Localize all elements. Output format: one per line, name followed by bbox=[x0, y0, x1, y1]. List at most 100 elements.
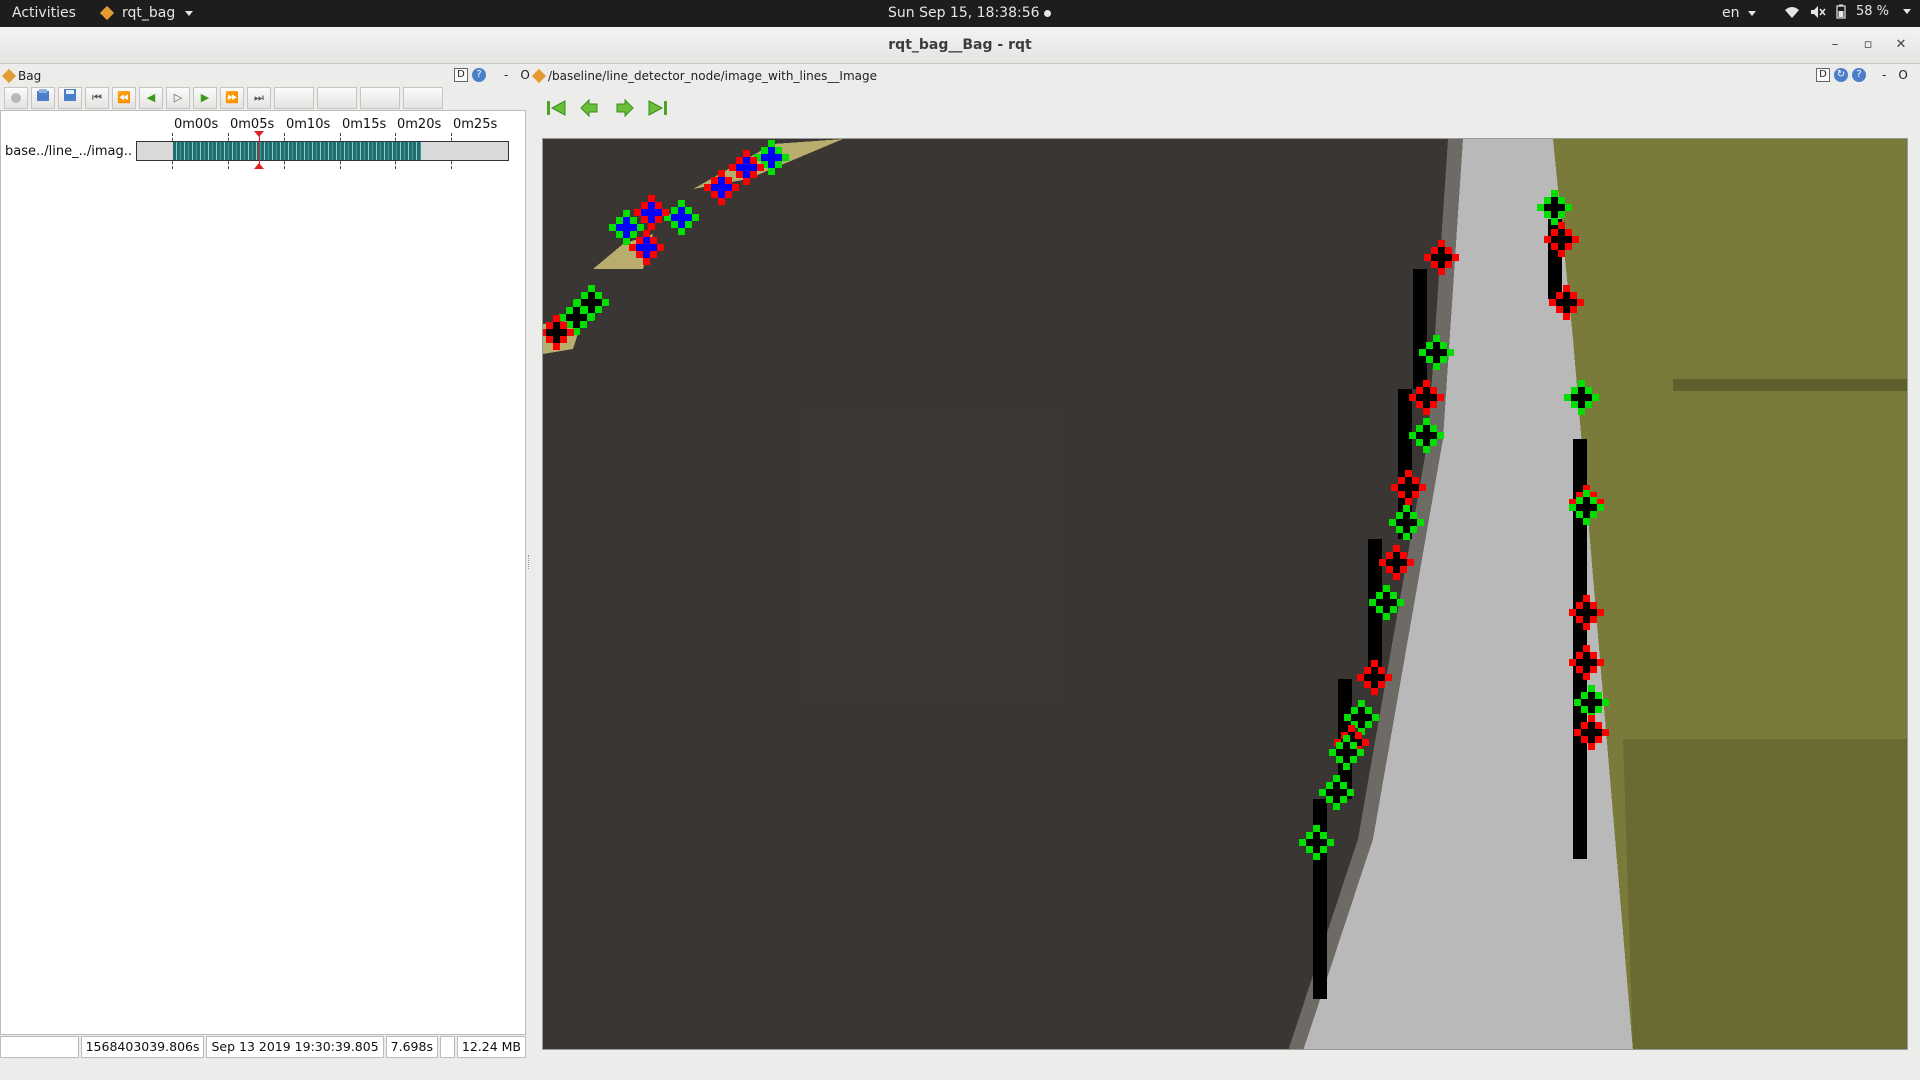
record-button[interactable] bbox=[4, 87, 28, 109]
language-label: en bbox=[1722, 5, 1740, 21]
playhead-top-marker[interactable] bbox=[254, 131, 264, 137]
minimize-dock-button[interactable]: - bbox=[504, 68, 508, 82]
tick-label: 0m20s bbox=[397, 117, 442, 132]
topic-track[interactable] bbox=[136, 141, 509, 161]
timeline-view[interactable]: 0m00s 0m05s 0m10s 0m15s 0m20s 0m25s base… bbox=[0, 110, 526, 1035]
detection-marker-cell bbox=[1371, 660, 1378, 667]
detection-marker-cell bbox=[1565, 229, 1572, 236]
detection-marker-cell bbox=[1549, 299, 1556, 306]
arrow-right-icon: ▶ bbox=[200, 91, 210, 104]
detection-marker-cell bbox=[1357, 749, 1364, 756]
detection-marker-cell bbox=[560, 329, 567, 336]
rqt-app-icon bbox=[99, 5, 115, 21]
detection-marker-cell bbox=[1565, 204, 1572, 211]
go-to-begin-button[interactable]: ⏮ bbox=[85, 87, 109, 109]
detection-marker-cell bbox=[1590, 511, 1597, 518]
fast-forward-button[interactable]: ⏩ bbox=[220, 87, 244, 109]
detection-marker-cell bbox=[1445, 254, 1452, 261]
dock-d-button[interactable]: D bbox=[454, 68, 468, 82]
playhead-bottom-marker[interactable] bbox=[254, 163, 264, 169]
activities-button[interactable]: Activities bbox=[12, 5, 76, 21]
timestamp-input[interactable] bbox=[0, 1036, 79, 1058]
detection-marker-cell bbox=[1390, 592, 1397, 599]
app-menu-button[interactable]: rqt_bag bbox=[99, 5, 194, 21]
detection-marker-cell bbox=[616, 231, 623, 238]
detection-marker-cell bbox=[1371, 674, 1378, 681]
play-button[interactable]: ▷ bbox=[166, 87, 190, 109]
detection-marker-cell bbox=[685, 207, 692, 214]
detection-marker-cell bbox=[1306, 846, 1313, 853]
detection-marker-cell bbox=[1588, 715, 1595, 722]
detection-marker-cell bbox=[1397, 599, 1404, 606]
zoom-reset-button[interactable] bbox=[360, 87, 400, 109]
detection-marker-cell bbox=[553, 315, 560, 322]
detection-marker-cell bbox=[1452, 254, 1459, 261]
detection-marker-cell bbox=[629, 244, 636, 251]
tick-label: 0m10s bbox=[286, 117, 331, 132]
detection-marker-cell bbox=[602, 299, 609, 306]
detection-marker-cell bbox=[1403, 533, 1410, 540]
bag-dock-buttons: D ? - O bbox=[454, 68, 530, 82]
detection-marker-cell bbox=[1393, 559, 1400, 566]
clock-button[interactable]: Sun Sep 15, 18:38:56 bbox=[888, 5, 1051, 21]
rewind-icon: ⏪ bbox=[117, 91, 131, 104]
save-bag-button[interactable] bbox=[58, 87, 82, 109]
rewind-button[interactable]: ⏪ bbox=[112, 87, 136, 109]
zoom-in-button[interactable] bbox=[274, 87, 314, 109]
detection-marker-cell bbox=[1583, 602, 1590, 609]
image-dock-header[interactable]: /baseline/line_detector_node/image_with_… bbox=[530, 67, 877, 85]
image-dock-buttons: D ↻ ? - O X bbox=[1816, 68, 1920, 82]
detection-marker-cell bbox=[662, 209, 669, 216]
first-frame-button[interactable] bbox=[544, 97, 568, 119]
previous-frame-button[interactable] bbox=[578, 97, 602, 119]
reload-icon[interactable]: ↻ bbox=[1834, 68, 1848, 82]
wifi-icon bbox=[1785, 6, 1799, 18]
minimize-dock-button[interactable]: - bbox=[1882, 68, 1886, 82]
last-frame-button[interactable] bbox=[646, 97, 670, 119]
detection-marker-cell bbox=[1583, 652, 1590, 659]
detection-marker-cell bbox=[1576, 602, 1583, 609]
detection-marker-cell bbox=[1576, 659, 1583, 666]
detection-marker-cell bbox=[1581, 729, 1588, 736]
detection-marker-cell bbox=[1581, 692, 1588, 699]
zoom-out-button[interactable] bbox=[317, 87, 357, 109]
detection-marker-cell bbox=[1376, 592, 1383, 599]
detection-marker-cell bbox=[634, 209, 641, 216]
minimize-button[interactable]: – bbox=[1824, 35, 1846, 55]
go-to-end-button[interactable]: ⏭ bbox=[247, 87, 271, 109]
detection-marker-cell bbox=[1396, 526, 1403, 533]
help-icon[interactable]: ? bbox=[472, 68, 486, 82]
maximize-button[interactable]: ▫ bbox=[1857, 35, 1879, 55]
close-window-button[interactable]: ✕ bbox=[1890, 35, 1912, 55]
detection-marker-cell bbox=[1583, 511, 1590, 518]
detection-marker-cell bbox=[636, 244, 643, 251]
load-bag-button[interactable] bbox=[31, 87, 55, 109]
detection-marker-cell bbox=[1365, 707, 1372, 714]
float-dock-button[interactable]: O bbox=[1898, 68, 1907, 82]
detection-marker-cell bbox=[655, 216, 662, 223]
help-icon[interactable]: ? bbox=[1852, 68, 1866, 82]
detection-marker-cell bbox=[1371, 681, 1378, 688]
step-back-button[interactable]: ◀ bbox=[139, 87, 163, 109]
detection-marker-cell bbox=[1581, 736, 1588, 743]
next-frame-button[interactable] bbox=[612, 97, 636, 119]
detection-marker-cell bbox=[1576, 504, 1583, 511]
step-forward-button[interactable]: ▶ bbox=[193, 87, 217, 109]
dock-d-button[interactable]: D bbox=[1816, 68, 1830, 82]
thumbnails-button[interactable] bbox=[403, 87, 443, 109]
detection-marker-cell bbox=[1350, 756, 1357, 763]
detection-marker-cell bbox=[1571, 387, 1578, 394]
detection-marker-cell bbox=[573, 314, 580, 321]
detection-marker-cell bbox=[1558, 243, 1565, 250]
detection-marker-cell bbox=[1340, 789, 1347, 796]
detection-marker-cell bbox=[1333, 803, 1340, 810]
topic-label[interactable]: base../line_../imag.. bbox=[5, 144, 132, 159]
language-selector[interactable]: en bbox=[1722, 5, 1756, 21]
detection-marker-cell bbox=[1313, 846, 1320, 853]
image-view[interactable] bbox=[542, 138, 1908, 1050]
float-dock-button[interactable]: O bbox=[520, 68, 529, 82]
detection-marker-cell bbox=[1597, 609, 1604, 616]
detection-marker-cell bbox=[1551, 211, 1558, 218]
system-tray[interactable]: 58 % bbox=[1784, 4, 1912, 19]
bag-dock-header[interactable]: Bag bbox=[0, 67, 41, 85]
